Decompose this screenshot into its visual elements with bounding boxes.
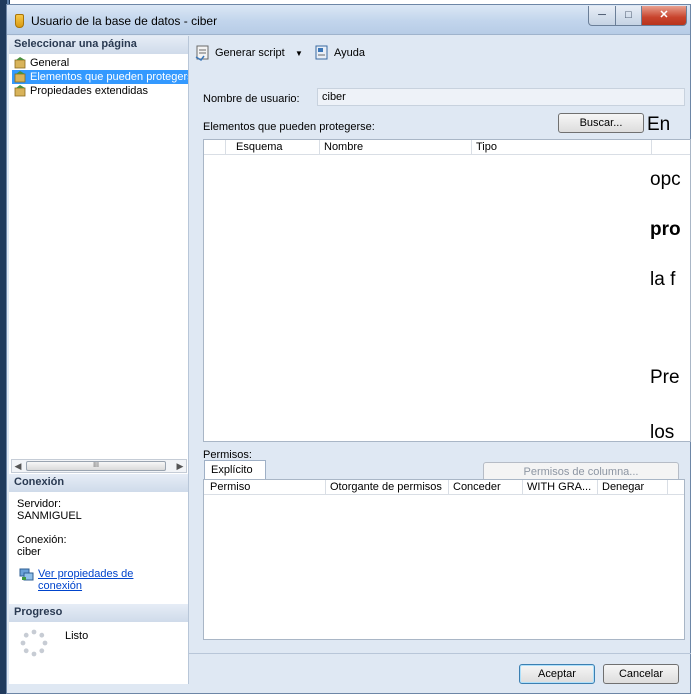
sidebar-item-label: Propiedades extendidas bbox=[30, 85, 149, 97]
sidebar-item-extended-properties[interactable]: Propiedades extendidas bbox=[12, 84, 148, 98]
help-button[interactable]: Ayuda bbox=[314, 45, 365, 61]
permissions-grid-header: Permiso Otorgante de permisos Conceder W… bbox=[204, 480, 684, 495]
close-button[interactable]: ✕ bbox=[641, 6, 687, 26]
column-header-icon bbox=[204, 140, 226, 155]
window-title: Usuario de la base de datos - ciber bbox=[31, 14, 218, 28]
generate-script-button[interactable]: Generar script bbox=[195, 45, 285, 61]
view-connection-properties-link[interactable]: Ver propiedades de bbox=[38, 568, 133, 580]
permissions-grid[interactable]: Permiso Otorgante de permisos Conceder W… bbox=[203, 479, 685, 640]
document-text-6: los bbox=[650, 422, 675, 443]
securables-label: Elementos que pueden protegerse: bbox=[203, 121, 375, 133]
column-header-deny[interactable]: Denegar bbox=[598, 480, 668, 495]
database-icon bbox=[15, 14, 24, 28]
tab-explicit[interactable]: Explícito bbox=[204, 460, 266, 480]
username-label: Nombre de usuario: bbox=[203, 93, 300, 105]
sidebar-horizontal-scrollbar[interactable]: ◀ III ▶ bbox=[11, 459, 187, 473]
column-header-permission[interactable]: Permiso bbox=[204, 480, 326, 495]
document-text-2: opc bbox=[650, 169, 681, 190]
column-header-grant[interactable]: Conceder bbox=[449, 480, 523, 495]
generate-script-label: Generar script bbox=[215, 47, 285, 59]
column-header-type[interactable]: Tipo bbox=[472, 140, 652, 155]
dialog-window: Usuario de la base de datos - ciber ─ □ … bbox=[6, 4, 691, 694]
column-header-schema[interactable]: Esquema bbox=[226, 140, 320, 155]
connection-properties-icon bbox=[19, 568, 34, 581]
server-value: SANMIGUEL bbox=[17, 510, 82, 522]
column-header-name[interactable]: Nombre bbox=[320, 140, 472, 155]
page-icon bbox=[14, 85, 26, 97]
left-panel: Seleccionar una página General Elementos… bbox=[9, 36, 189, 684]
progress-header: Progreso bbox=[9, 604, 188, 622]
maximize-button[interactable]: □ bbox=[615, 6, 642, 26]
sidebar-item-general[interactable]: General bbox=[12, 56, 69, 70]
cancel-button[interactable]: Cancelar bbox=[603, 664, 679, 684]
server-label: Servidor: bbox=[17, 498, 62, 510]
page-icon bbox=[14, 71, 26, 83]
document-text-3: pro bbox=[650, 219, 681, 240]
username-field[interactable]: ciber bbox=[317, 88, 685, 106]
connection-header: Conexión bbox=[9, 474, 188, 492]
scroll-thumb[interactable]: III bbox=[26, 461, 166, 471]
connection-value: ciber bbox=[17, 546, 41, 558]
connection-label: Conexión: bbox=[17, 534, 67, 546]
scroll-right-icon[interactable]: ▶ bbox=[174, 460, 186, 472]
sidebar-item-label: General bbox=[30, 57, 70, 69]
column-header-with-grant[interactable]: WITH GRA... bbox=[523, 480, 598, 495]
page-icon bbox=[14, 57, 26, 69]
help-icon bbox=[315, 45, 328, 60]
document-text-5: Pre bbox=[650, 367, 680, 388]
progress-status: Listo bbox=[65, 630, 89, 642]
sidebar-item-label: Elementos que pueden protegerse bbox=[30, 71, 189, 83]
securables-grid-header: Esquema Nombre Tipo bbox=[204, 140, 690, 155]
sidebar-item-securables[interactable]: Elementos que pueden protegerse bbox=[12, 70, 189, 84]
footer-divider bbox=[189, 653, 691, 654]
select-page-header: Seleccionar una página bbox=[9, 36, 188, 54]
securables-grid[interactable]: Esquema Nombre Tipo bbox=[203, 139, 691, 442]
chevron-down-icon[interactable]: ▼ bbox=[295, 49, 303, 58]
script-icon bbox=[195, 45, 209, 61]
help-label: Ayuda bbox=[334, 47, 365, 59]
minimize-button[interactable]: ─ bbox=[588, 6, 616, 26]
ok-button[interactable]: Aceptar bbox=[519, 664, 595, 684]
column-header-grantor[interactable]: Otorgante de permisos bbox=[326, 480, 449, 495]
scroll-left-icon[interactable]: ◀ bbox=[12, 460, 24, 472]
search-button[interactable]: Buscar... bbox=[558, 113, 644, 133]
view-connection-properties-link-2[interactable]: conexión bbox=[38, 580, 82, 592]
document-text-4: la f bbox=[650, 269, 676, 290]
title-bar[interactable]: Usuario de la base de datos - ciber ─ □ … bbox=[7, 5, 690, 35]
document-text-1: En bbox=[647, 114, 671, 135]
progress-spinner-icon bbox=[20, 629, 48, 657]
